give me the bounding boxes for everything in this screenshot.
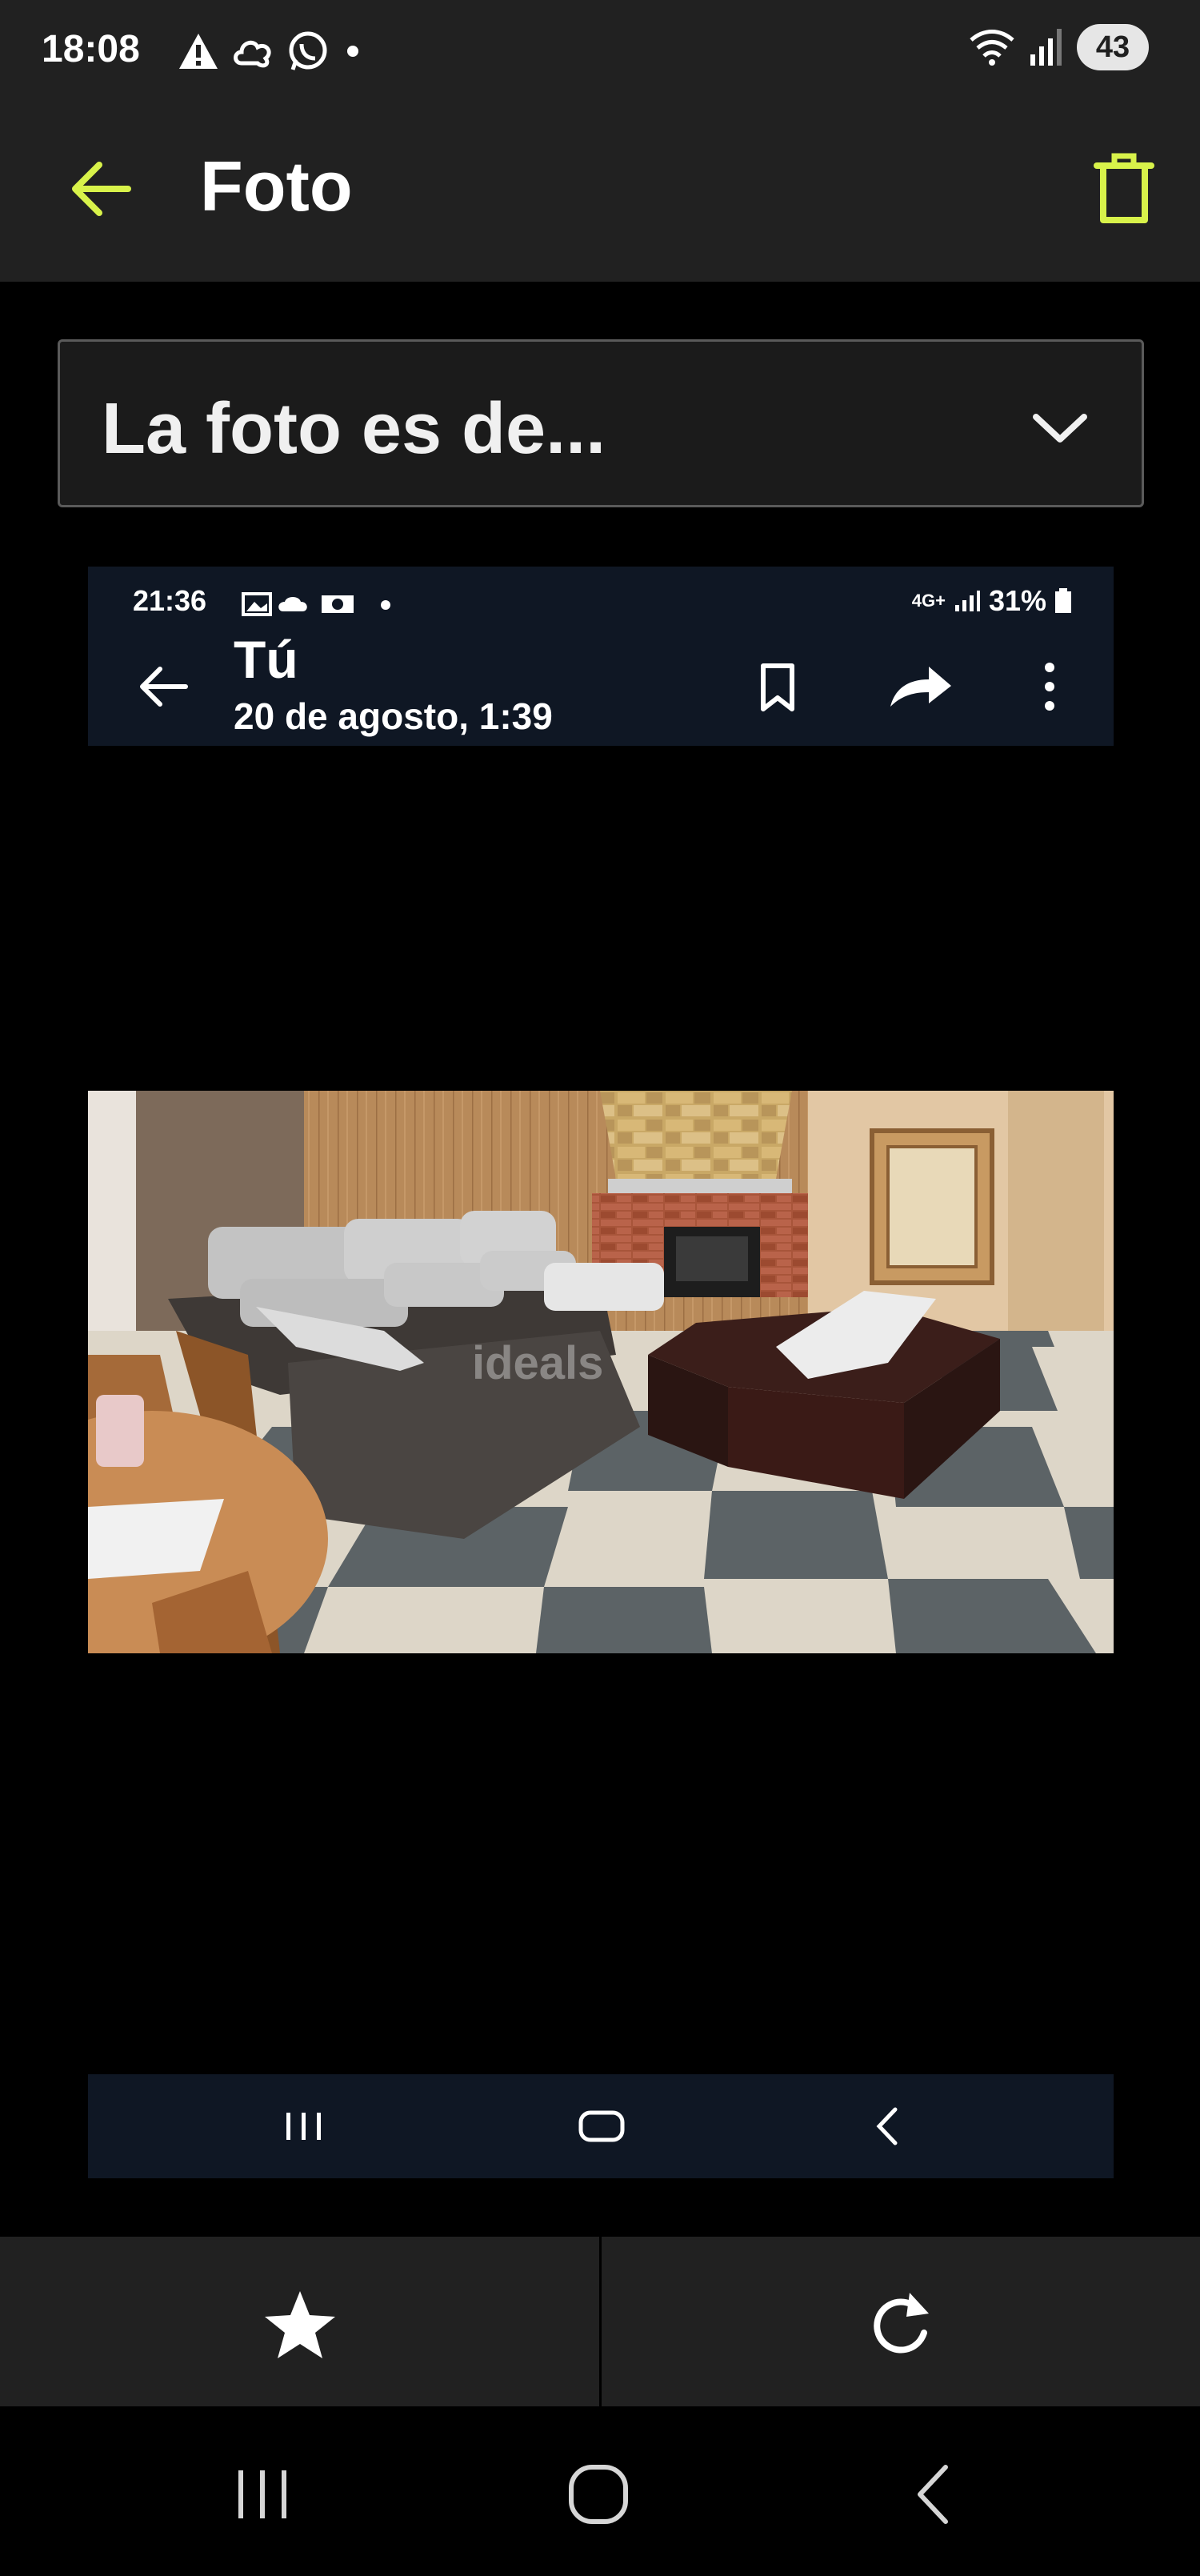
warning-icon (179, 34, 218, 69)
page-title: Foto (200, 146, 353, 226)
arrow-back-icon (72, 162, 131, 216)
cloud-icon (234, 40, 271, 68)
living-room-photo: ideals (88, 1091, 1114, 1653)
embedded-arrow-back-icon (140, 667, 188, 707)
embedded-status-icons (242, 592, 390, 616)
home-button[interactable] (550, 2446, 646, 2542)
living-room-photo-drawing: ideals (88, 1091, 1114, 1653)
photo-subject-dropdown[interactable]: La foto es de... (58, 339, 1144, 507)
signal-icon (1030, 29, 1062, 66)
app-bar: Foto (0, 104, 1200, 282)
trash-icon (1094, 153, 1154, 223)
embedded-recents-icon (286, 2113, 321, 2140)
status-bar: 18:08 43 (0, 0, 1200, 104)
recents-icon (238, 2470, 286, 2518)
embedded-date: 20 de agosto, 1:39 (234, 695, 553, 737)
photo-viewer-screen: 18:08 43 Foto La foto es de... 21:36 4G+… (0, 0, 1200, 2576)
status-notification-icons (178, 27, 365, 75)
embedded-home-icon (578, 2110, 625, 2142)
dot-icon (347, 46, 358, 57)
embedded-system-status: 4G+ 31% (912, 584, 1072, 618)
embedded-nav-bar (88, 2074, 1114, 2178)
dropdown-selected-value: La foto es de... (102, 389, 606, 469)
favorite-button[interactable] (240, 2277, 360, 2373)
system-back-button[interactable] (888, 2446, 984, 2542)
status-time: 18:08 (42, 28, 140, 70)
chevron-left-icon (918, 2465, 948, 2524)
whatsapp-icon (289, 31, 327, 70)
photo-watermark: ideals (472, 1337, 603, 1389)
embedded-battery-icon (1055, 588, 1071, 613)
embedded-more-icon (1045, 663, 1054, 711)
embedded-back-icon (876, 2107, 898, 2145)
embedded-header: 21:36 4G+ 31% Tú 20 de agosto, 1:39 (88, 567, 1114, 746)
rotate-button[interactable] (840, 2277, 960, 2373)
delete-button[interactable] (1080, 144, 1168, 232)
embedded-time: 21:36 (133, 584, 207, 617)
embedded-share-icon (890, 667, 951, 707)
battery-indicator: 43 (1077, 24, 1149, 70)
home-icon (569, 2465, 628, 2524)
embedded-network: 4G+ (911, 591, 946, 611)
embedded-sender: Tú (234, 630, 298, 689)
rotate-icon (874, 2293, 929, 2354)
chevron-down-icon (1033, 414, 1087, 443)
star-icon (265, 2291, 335, 2358)
action-divider (599, 2237, 602, 2406)
recents-button[interactable] (214, 2446, 310, 2542)
embedded-bookmark-icon (761, 663, 794, 711)
system-navigation-bar (0, 2406, 1200, 2576)
status-system-icons: 43 (968, 24, 1149, 70)
back-button[interactable] (61, 149, 141, 229)
wifi-icon (970, 30, 1014, 66)
embedded-signal-icon (954, 591, 980, 611)
bottom-action-bar (0, 2237, 1200, 2406)
embedded-battery: 31% (988, 584, 1046, 617)
attached-photo[interactable]: 21:36 4G+ 31% Tú 20 de agosto, 1:39 idea… (88, 567, 1114, 2178)
